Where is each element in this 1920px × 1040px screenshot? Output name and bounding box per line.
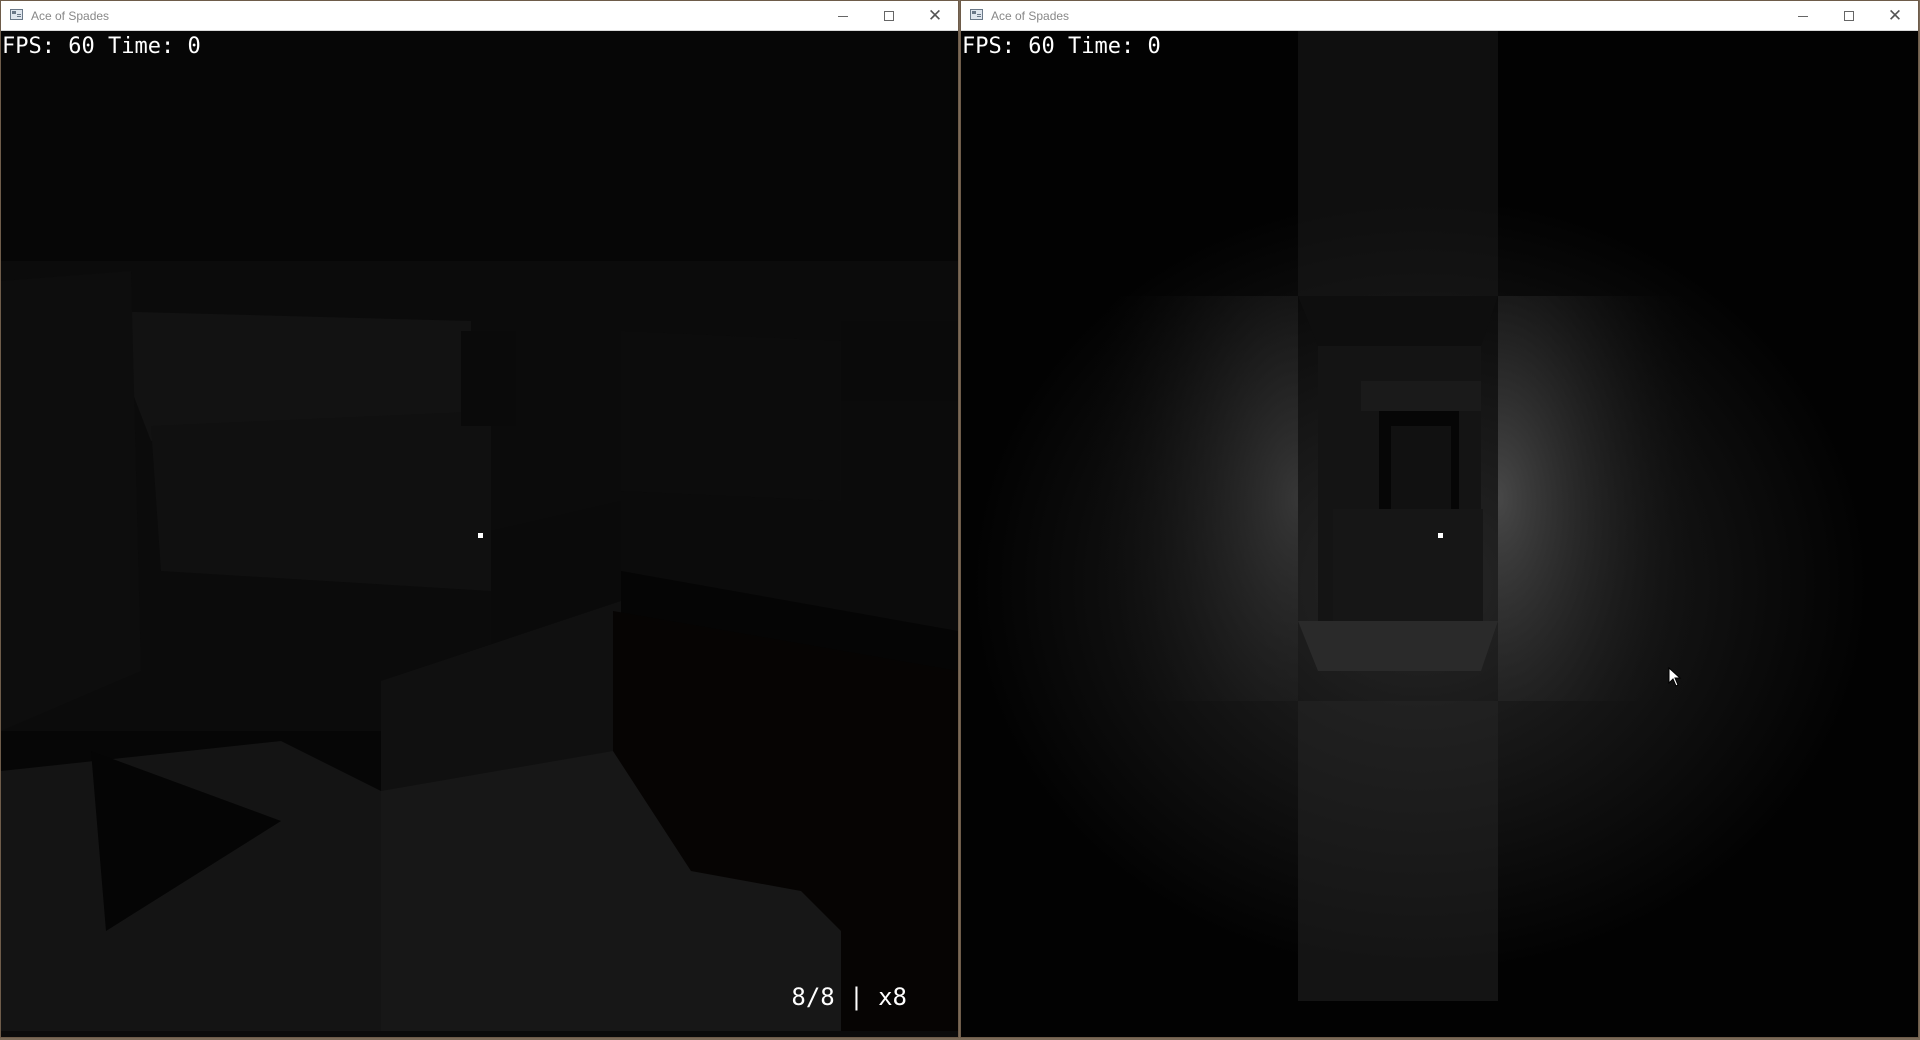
game-window-left[interactable]: Ace of Spades ✕ FPS: 60 Time: 0 8/8 | x8 (0, 0, 959, 1038)
maximize-icon (884, 11, 894, 21)
time-value: 0 (187, 34, 201, 59)
fps-time-readout: FPS: 60 Time: 0 (2, 34, 201, 59)
window-title: Ace of Spades (31, 9, 110, 23)
close-icon: ✕ (1887, 6, 1903, 25)
close-button[interactable]: ✕ (1872, 1, 1918, 31)
fps-time-readout: FPS: 60 Time: 0 (962, 34, 1161, 59)
time-label: Time: (1067, 34, 1135, 59)
ammo-counter: 8/8 | x8 (791, 983, 907, 1011)
app-icon (10, 9, 23, 20)
crosshair (478, 533, 483, 538)
time-label: Time: (107, 34, 175, 59)
fps-value: 60 (68, 34, 95, 59)
window-title: Ace of Spades (991, 9, 1070, 23)
minimize-button[interactable] (1780, 1, 1826, 31)
title-bar[interactable]: Ace of Spades ✕ (961, 1, 1918, 31)
close-icon: ✕ (927, 6, 943, 25)
minimize-icon (1798, 15, 1808, 17)
crosshair (1438, 533, 1443, 538)
minimize-button[interactable] (820, 1, 866, 31)
time-value: 0 (1147, 34, 1161, 59)
title-bar[interactable]: Ace of Spades ✕ (1, 1, 958, 31)
app-icon (970, 9, 983, 20)
game-viewport-right[interactable]: FPS: 60 Time: 0 (961, 31, 1918, 1037)
game-viewport-left[interactable]: FPS: 60 Time: 0 8/8 | x8 (1, 31, 958, 1037)
fps-label: FPS: (2, 34, 55, 59)
maximize-button[interactable] (866, 1, 912, 31)
game-window-right[interactable]: Ace of Spades ✕ FPS: 60 Time: 0 (960, 0, 1919, 1038)
maximize-icon (1844, 11, 1854, 21)
fps-value: 60 (1028, 34, 1055, 59)
fps-label: FPS: (962, 34, 1015, 59)
minimize-icon (838, 15, 848, 17)
maximize-button[interactable] (1826, 1, 1872, 31)
close-button[interactable]: ✕ (912, 1, 958, 31)
mouse-pointer-icon (1668, 667, 1682, 687)
